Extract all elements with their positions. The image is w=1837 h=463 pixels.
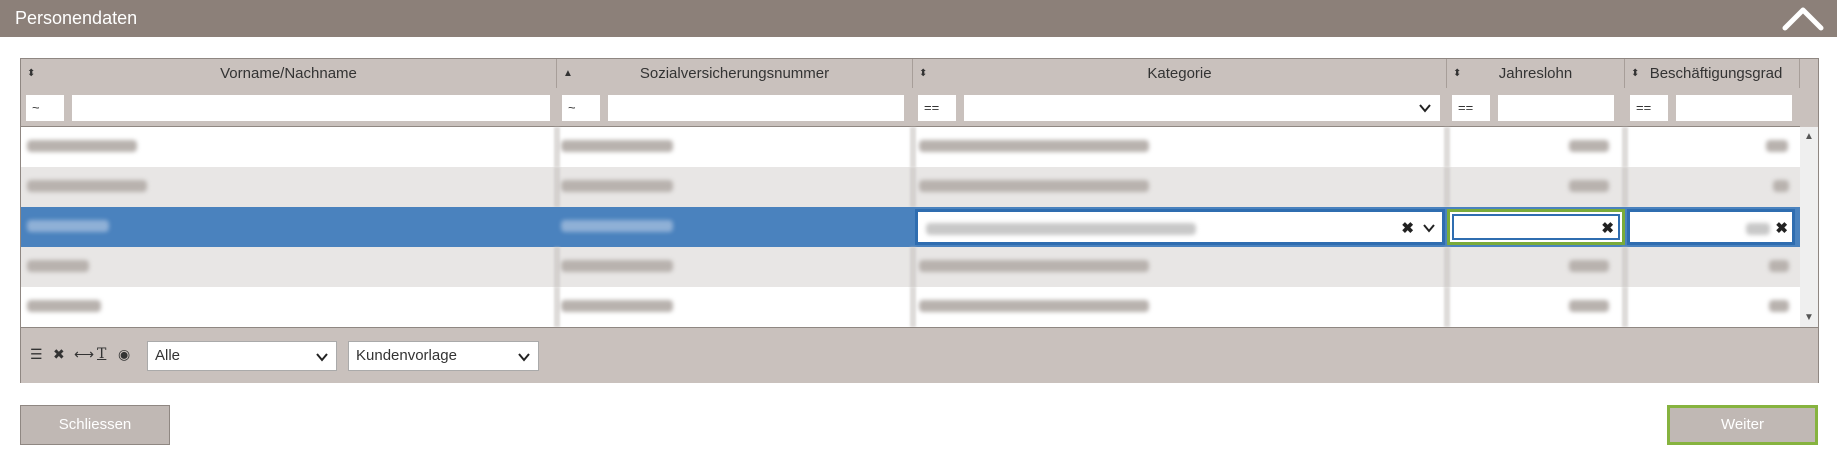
close-icon[interactable]: ✖: [1401, 219, 1414, 237]
scroll-up-icon[interactable]: ▲: [1804, 131, 1814, 142]
grid-body: ✖ ✖ ✖: [21, 127, 1800, 327]
column-header-name[interactable]: ⬍ Vorname/Nachname: [21, 59, 557, 88]
panel-title: Personendaten: [15, 8, 138, 28]
close-icon[interactable]: ✖: [53, 346, 65, 363]
scroll-down-icon[interactable]: ▼: [1804, 312, 1814, 323]
table-row[interactable]: [21, 127, 1800, 167]
text-icon[interactable]: T: [97, 346, 106, 362]
lohn-filter-input[interactable]: [1497, 94, 1615, 122]
sort-icon[interactable]: ⬍: [1631, 59, 1639, 88]
kategorie-filter-operator[interactable]: ==: [917, 94, 957, 122]
close-icon[interactable]: ✖: [1601, 219, 1614, 237]
grad-filter-operator[interactable]: ==: [1629, 94, 1669, 122]
column-header-jahreslohn[interactable]: ⬍ Jahreslohn: [1447, 59, 1625, 88]
name-filter-input[interactable]: [71, 94, 551, 122]
grad-filter-input[interactable]: [1675, 94, 1793, 122]
grad-edit-input[interactable]: ✖: [1627, 209, 1795, 245]
table-row[interactable]: [21, 247, 1800, 287]
column-header-label: Beschäftigungsgrad: [1649, 65, 1783, 82]
grid-header-row: ⬍ Vorname/Nachname ▲ Sozialversicherungs…: [21, 59, 1800, 89]
svnr-filter-input[interactable]: [607, 94, 905, 122]
column-header-kategorie[interactable]: ⬍ Kategorie: [913, 59, 1447, 88]
vertical-scrollbar[interactable]: ▲ ▼: [1800, 127, 1818, 327]
grid-footer: ☰ ✖ ⟷ T ◉ Alle Kundenvorlage: [21, 327, 1818, 383]
jahreslohn-edit-input[interactable]: ✖: [1447, 209, 1625, 245]
column-header-label: Jahreslohn: [1498, 65, 1573, 82]
sort-icon[interactable]: ⬍: [27, 59, 35, 88]
kategorie-edit-select[interactable]: ✖: [915, 209, 1445, 245]
column-header-label: Kategorie: [1147, 65, 1212, 82]
column-header-svnr[interactable]: ▲ Sozialversicherungsnummer: [557, 59, 913, 88]
kategorie-filter-select[interactable]: [963, 94, 1441, 122]
grid-filter-row: ~ ~ == == ==: [21, 88, 1800, 127]
template-select[interactable]: Kundenvorlage: [348, 341, 539, 371]
svnr-filter-operator[interactable]: ~: [561, 94, 601, 122]
chevron-down-icon: [518, 353, 530, 362]
lohn-filter-operator[interactable]: ==: [1451, 94, 1491, 122]
sort-icon[interactable]: ⬍: [1453, 59, 1461, 88]
table-row-selected[interactable]: ✖ ✖ ✖: [21, 207, 1800, 247]
person-grid: ⬍ Vorname/Nachname ▲ Sozialversicherungs…: [20, 58, 1819, 383]
name-filter-operator[interactable]: ~: [25, 94, 65, 122]
table-row[interactable]: [21, 167, 1800, 207]
template-select-value: Kundenvorlage: [356, 347, 457, 364]
sort-icon[interactable]: ⬍: [919, 59, 927, 88]
filter-select-value: Alle: [155, 347, 181, 364]
chevron-up-icon[interactable]: [1779, 4, 1827, 34]
eye-icon[interactable]: ◉: [118, 346, 130, 363]
column-header-label: Vorname/Nachname: [220, 65, 357, 82]
close-icon[interactable]: ✖: [1775, 219, 1788, 237]
chevron-down-icon: [316, 353, 328, 362]
column-header-label: Sozialversicherungsnummer: [639, 65, 830, 82]
list-icon[interactable]: ☰: [30, 346, 43, 363]
chevron-down-icon: [1419, 104, 1431, 113]
chevron-down-icon[interactable]: [1422, 221, 1436, 235]
filter-select[interactable]: Alle: [147, 341, 337, 371]
expand-icon[interactable]: ⟷: [74, 346, 94, 363]
table-row[interactable]: [21, 287, 1800, 327]
panel-header: Personendaten: [0, 0, 1837, 37]
close-button[interactable]: Schliessen: [20, 405, 170, 445]
column-header-grad[interactable]: ⬍ Beschäftigungsgrad: [1625, 59, 1800, 88]
next-button[interactable]: Weiter: [1667, 405, 1818, 445]
sort-asc-icon[interactable]: ▲: [563, 59, 573, 88]
